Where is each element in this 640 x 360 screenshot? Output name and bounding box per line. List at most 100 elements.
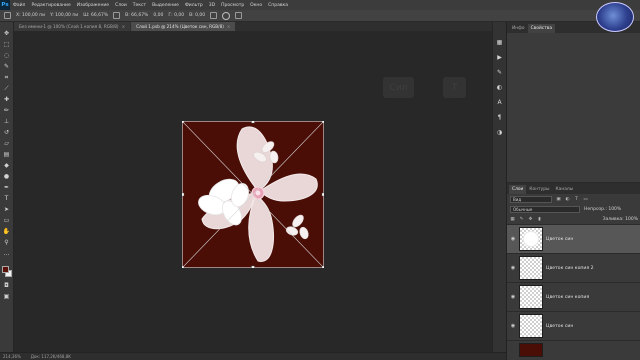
- history-brush-tool-icon[interactable]: ↺: [3, 129, 11, 137]
- layer-thumbnail: [519, 314, 543, 338]
- layer-row[interactable]: ◉ Цветок син: [507, 311, 640, 340]
- warp-mode-icon[interactable]: [210, 12, 218, 19]
- quick-select-tool-icon[interactable]: ✎: [3, 63, 11, 71]
- healing-brush-tool-icon[interactable]: ✚: [3, 96, 11, 104]
- layer-filter-row: Вид ▣ ◐ T ▭: [507, 194, 640, 204]
- brush-tool-icon[interactable]: ✏: [3, 107, 11, 115]
- angle-field[interactable]: 0,00: [153, 13, 163, 18]
- zoom-tool-icon[interactable]: ⚲: [3, 239, 11, 247]
- layer-row[interactable]: ◉ Цветок син копия 2: [507, 253, 640, 282]
- horizontal-skew-field[interactable]: Г: 0,00: [168, 13, 184, 18]
- hand-tool-icon[interactable]: ✋: [3, 228, 11, 236]
- gradient-tool-icon[interactable]: ▤: [3, 151, 11, 159]
- menu-3d[interactable]: 3D: [206, 3, 218, 8]
- document-tab[interactable]: Без имени-1 @ 100% (Слой 1 копия 8, RGB/…: [14, 22, 131, 31]
- close-icon[interactable]: ×: [122, 24, 126, 29]
- menu-file[interactable]: Файл: [10, 3, 28, 8]
- filter-type-icon[interactable]: T: [574, 197, 579, 202]
- x-position-field[interactable]: X: 100,00 пи: [16, 13, 45, 18]
- lasso-tool-icon[interactable]: ◌: [3, 52, 11, 60]
- screen-mode-icon[interactable]: ▣: [3, 293, 11, 301]
- tab-label: Слой 1.psb @ 214% (Цветок син, RGB/8): [136, 24, 224, 29]
- color-panel-icon[interactable]: ◐: [495, 83, 504, 92]
- paragraph-panel-icon[interactable]: ¶: [495, 113, 504, 122]
- shape-tool-icon[interactable]: ▭: [3, 217, 11, 225]
- y-position-field[interactable]: Y: 100,00 пи: [50, 13, 78, 18]
- layer-row[interactable]: ◉ Цветок син копия: [507, 282, 640, 311]
- width-field[interactable]: Ш: 66,67%: [83, 13, 108, 18]
- layer-filter-select[interactable]: Вид: [510, 195, 552, 203]
- tab-layers[interactable]: Слои: [509, 185, 527, 194]
- visibility-eye-icon[interactable]: ◉: [510, 265, 516, 271]
- filter-pixel-icon[interactable]: ▣: [556, 197, 561, 202]
- tab-info[interactable]: Инфо: [509, 24, 528, 33]
- menu-layers[interactable]: Слои: [112, 3, 130, 8]
- filter-adjustment-icon[interactable]: ◐: [565, 197, 570, 202]
- blur-tool-icon[interactable]: ◆: [3, 162, 11, 170]
- eyedropper-tool-icon[interactable]: ⟋: [3, 85, 11, 93]
- layer-name: Цветок син копия 2: [546, 265, 594, 271]
- color-swatches[interactable]: [1, 265, 13, 279]
- more-tools-icon[interactable]: …: [3, 250, 11, 258]
- visibility-eye-icon[interactable]: ◉: [510, 236, 516, 242]
- lock-row: ▦ ✎ ✥ ▮ Заливка: 100%: [507, 214, 640, 224]
- layer-thumbnail: [519, 227, 543, 251]
- visibility-eye-icon[interactable]: ◉: [510, 323, 516, 329]
- link-icon[interactable]: [113, 12, 121, 19]
- flower-thumb-icon: [524, 232, 538, 246]
- character-panel-icon[interactable]: A: [495, 98, 504, 107]
- quick-mask-icon[interactable]: ◘: [3, 282, 11, 290]
- path-selection-tool-icon[interactable]: ➤: [3, 206, 11, 214]
- height-field[interactable]: В: 66,67%: [125, 13, 148, 18]
- opacity-field[interactable]: Непрозр.: 100%: [584, 207, 621, 212]
- fill-field[interactable]: Заливка: 100%: [603, 217, 638, 222]
- marquee-tool-icon[interactable]: ⬚: [3, 41, 11, 49]
- type-tool-icon[interactable]: T: [3, 195, 11, 203]
- zoom-level[interactable]: 214,36%: [3, 354, 21, 359]
- adjustments-panel-icon[interactable]: ◑: [495, 128, 504, 137]
- vertical-skew-field[interactable]: В: 0,00: [189, 13, 205, 18]
- options-bar: X: 100,00 пи Y: 100,00 пи Ш: 66,67% В: 6…: [0, 10, 640, 22]
- commit-transform-icon[interactable]: [235, 12, 243, 19]
- lock-all-icon[interactable]: ▮: [537, 217, 542, 222]
- reference-point-icon[interactable]: [4, 12, 11, 19]
- menu-type[interactable]: Текст: [130, 3, 149, 8]
- menu-edit[interactable]: Редактирование: [28, 3, 73, 8]
- lock-transparent-icon[interactable]: ▦: [510, 217, 515, 222]
- dodge-tool-icon[interactable]: ●: [3, 173, 11, 181]
- tab-properties[interactable]: Свойства: [527, 24, 556, 33]
- layer-row[interactable]: ◉ Цветок син: [507, 224, 640, 253]
- menu-select[interactable]: Выделение: [149, 3, 182, 8]
- foreground-color-swatch[interactable]: [1, 266, 9, 273]
- menu-view[interactable]: Просмотр: [218, 3, 247, 8]
- blend-mode-select[interactable]: Обычные: [510, 205, 580, 213]
- blend-row: Обычные Непрозр.: 100%: [507, 204, 640, 214]
- eraser-tool-icon[interactable]: ▱: [3, 140, 11, 148]
- brush-panel-icon[interactable]: ✎: [495, 68, 504, 77]
- tab-paths[interactable]: Контуры: [526, 185, 552, 194]
- move-tool-icon[interactable]: ✥: [3, 30, 11, 38]
- filter-shape-icon[interactable]: ▭: [583, 197, 588, 202]
- collapsed-panel-dock: ▦ ▶ ✎ ◐ A ¶ ◑: [492, 22, 506, 352]
- menu-help[interactable]: Справка: [265, 3, 291, 8]
- menu-window[interactable]: Окно: [247, 3, 265, 8]
- lock-position-icon[interactable]: ✥: [528, 217, 533, 222]
- tab-channels[interactable]: Каналы: [553, 185, 577, 194]
- lock-pixels-icon[interactable]: ✎: [519, 217, 524, 222]
- cancel-transform-icon[interactable]: [222, 11, 231, 20]
- layer-row[interactable]: [507, 340, 640, 358]
- history-panel-icon[interactable]: ▦: [495, 38, 504, 47]
- actions-panel-icon[interactable]: ▶: [495, 53, 504, 62]
- crop-tool-icon[interactable]: ⌗: [3, 74, 11, 82]
- document-tab-active[interactable]: Слой 1.psb @ 214% (Цветок син, RGB/8) ×: [131, 22, 236, 31]
- close-icon[interactable]: ×: [227, 24, 231, 29]
- layers-panel: Слои Контуры Каналы Вид ▣ ◐ T ▭ Обычные …: [507, 182, 640, 360]
- visibility-eye-icon[interactable]: ◉: [510, 294, 516, 300]
- pen-tool-icon[interactable]: ✒: [3, 184, 11, 192]
- menu-filter[interactable]: Фильтр: [182, 3, 206, 8]
- menu-image[interactable]: Изображение: [74, 3, 112, 8]
- document-canvas[interactable]: [182, 121, 324, 268]
- clone-stamp-tool-icon[interactable]: ⊥: [3, 118, 11, 126]
- layer-name: Цветок син копия: [546, 294, 590, 300]
- flower-artwork: [182, 121, 324, 268]
